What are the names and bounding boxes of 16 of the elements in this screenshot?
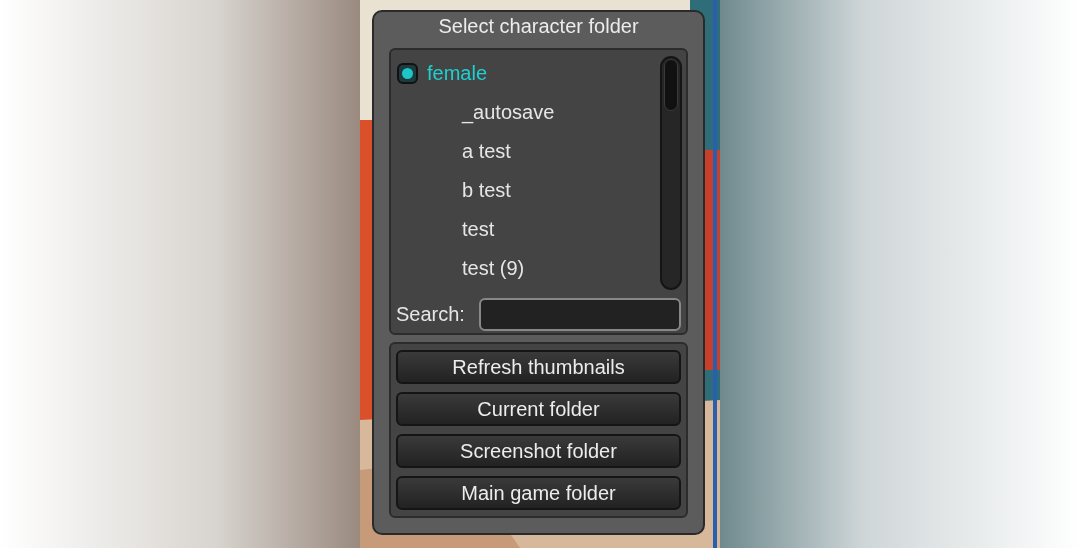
scrollbar-track[interactable] <box>660 56 682 291</box>
folder-item[interactable]: _autosave <box>462 101 555 125</box>
search-label: Search: <box>396 303 465 327</box>
folder-button[interactable]: Screenshot folder <box>396 434 681 468</box>
folder-button[interactable]: Current folder <box>396 392 681 426</box>
radio-icon[interactable] <box>397 63 418 85</box>
dialog-title: Select character folder <box>437 14 640 39</box>
folder-button[interactable]: Main game folder <box>396 476 681 510</box>
folder-button[interactable]: Refresh thumbnails <box>396 350 681 384</box>
folder-item[interactable]: test <box>462 218 495 242</box>
folder-item[interactable]: female <box>427 62 488 86</box>
folder-item[interactable]: b test <box>462 179 511 203</box>
scrollbar-thumb[interactable] <box>664 59 678 112</box>
folder-item[interactable]: a test <box>462 140 511 164</box>
folder-item[interactable]: test (9) <box>462 257 525 281</box>
search-field[interactable] <box>478 298 681 332</box>
